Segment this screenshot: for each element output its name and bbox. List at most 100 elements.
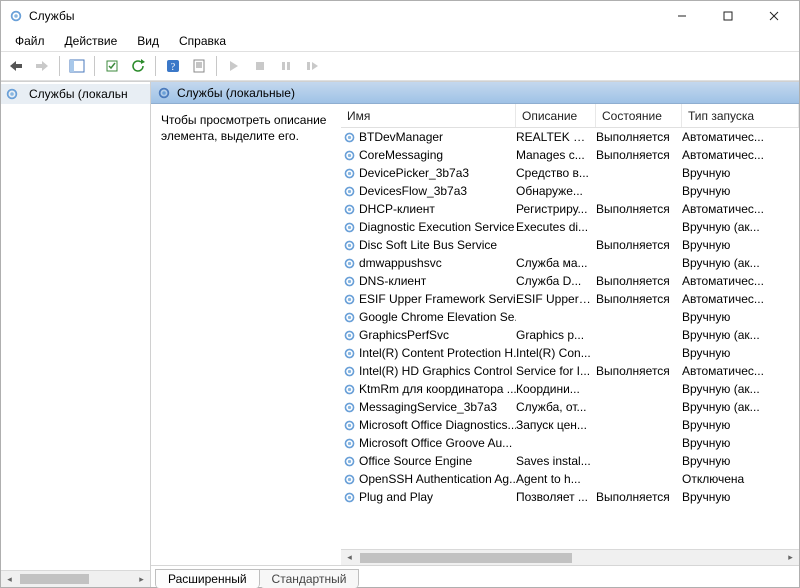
service-name: Google Chrome Elevation Se... [359, 310, 516, 324]
service-startup: Вручную [682, 238, 799, 252]
service-icon [343, 455, 356, 468]
service-state: Выполняется [596, 274, 682, 288]
service-startup: Вручную [682, 418, 799, 432]
menu-action[interactable]: Действие [55, 32, 128, 50]
col-startup[interactable]: Тип запуска [682, 104, 799, 127]
service-startup: Вручную [682, 490, 799, 504]
scroll-right-button[interactable]: ▸ [133, 572, 150, 587]
service-row[interactable]: Intel(R) HD Graphics Control ...Service … [341, 362, 799, 380]
service-row[interactable]: MessagingService_3b7a3Служба, от...Вручн… [341, 398, 799, 416]
service-startup: Вручную (ак... [682, 256, 799, 270]
service-row[interactable]: Microsoft Office Groove Au...Вручную [341, 434, 799, 452]
service-description: Service for I... [516, 364, 596, 378]
service-state: Выполняется [596, 490, 682, 504]
menu-view[interactable]: Вид [127, 32, 169, 50]
service-icon [343, 257, 356, 270]
pane-header: Службы (локальные) [151, 82, 799, 104]
service-description: REALTEK BI... [516, 130, 596, 144]
service-rows: BTDevManagerREALTEK BI...ВыполняетсяАвто… [341, 128, 799, 549]
service-description: Средство в... [516, 166, 596, 180]
service-row[interactable]: GraphicsPerfSvcGraphics p...Вручную (ак.… [341, 326, 799, 344]
column-headers: Имя Описание Состояние Тип запуска [341, 104, 799, 128]
scroll-right-button[interactable]: ▸ [782, 550, 799, 565]
scroll-left-button[interactable]: ◂ [1, 572, 18, 587]
service-startup: Вручную [682, 436, 799, 450]
service-name: ESIF Upper Framework Service [359, 292, 516, 306]
service-startup: Вручную (ак... [682, 382, 799, 396]
list-scrollbar-horizontal[interactable]: ◂ ▸ [341, 549, 799, 565]
service-row[interactable]: Google Chrome Elevation Se... Вручную [341, 308, 799, 326]
service-name: Diagnostic Execution Service [359, 220, 514, 234]
menu-file[interactable]: Файл [5, 32, 55, 50]
help-button[interactable]: ? [161, 54, 185, 78]
view-tabs: Расширенный Стандартный [151, 565, 799, 587]
service-description: ESIF Upper ... [516, 292, 596, 306]
tree-scrollbar-horizontal[interactable]: ◂ ▸ [1, 570, 150, 587]
service-name: Office Source Engine [359, 454, 472, 468]
service-row[interactable]: dmwappushsvcСлужба ма...Вручную (ак... [341, 254, 799, 272]
services-icon [5, 87, 19, 101]
start-service-button[interactable] [222, 54, 246, 78]
service-row[interactable]: KtmRm для координатора ...Координи...Вру… [341, 380, 799, 398]
service-row[interactable]: OpenSSH Authentication Ag...Agent to h..… [341, 470, 799, 488]
pause-service-button[interactable] [274, 54, 298, 78]
minimize-button[interactable] [659, 1, 705, 31]
service-icon [343, 491, 356, 504]
service-row[interactable]: Diagnostic Execution ServiceExecutes di.… [341, 218, 799, 236]
service-icon [343, 419, 356, 432]
forward-button[interactable] [30, 54, 54, 78]
service-state: Выполняется [596, 148, 682, 162]
service-description: Agent to h... [516, 472, 596, 486]
restart-service-button[interactable] [300, 54, 324, 78]
scroll-thumb[interactable] [20, 574, 89, 584]
service-description: Обнаруже... [516, 184, 596, 198]
service-row[interactable]: Intel(R) Content Protection H...Intel(R)… [341, 344, 799, 362]
back-button[interactable] [4, 54, 28, 78]
service-icon [343, 149, 356, 162]
service-icon [343, 185, 356, 198]
service-icon [343, 311, 356, 324]
show-hide-tree-button[interactable] [65, 54, 89, 78]
service-startup: Вручную (ак... [682, 328, 799, 342]
service-row[interactable]: DevicePicker_3b7a3Средство в...Вручную [341, 164, 799, 182]
scroll-left-button[interactable]: ◂ [341, 550, 358, 565]
service-row[interactable]: DHCP-клиентРегистриру...ВыполняетсяАвтом… [341, 200, 799, 218]
menu-help[interactable]: Справка [169, 32, 236, 50]
service-row[interactable]: ESIF Upper Framework ServiceESIF Upper .… [341, 290, 799, 308]
stop-service-button[interactable] [248, 54, 272, 78]
maximize-button[interactable] [705, 1, 751, 31]
service-startup: Вручную [682, 310, 799, 324]
scroll-thumb[interactable] [360, 553, 572, 563]
service-row[interactable]: Microsoft Office Diagnostics...Запуск це… [341, 416, 799, 434]
service-icon [343, 401, 356, 414]
service-row[interactable]: Disc Soft Lite Bus ServiceВыполняетсяВру… [341, 236, 799, 254]
service-state: Выполняется [596, 202, 682, 216]
service-row[interactable]: Plug and PlayПозволяет ...ВыполняетсяВру… [341, 488, 799, 506]
service-startup: Автоматичес... [682, 274, 799, 288]
export-list-button[interactable] [100, 54, 124, 78]
tab-standard[interactable]: Стандартный [260, 569, 360, 588]
service-row[interactable]: DevicesFlow_3b7a3Обнаруже...Вручную [341, 182, 799, 200]
service-name: Intel(R) HD Graphics Control ... [359, 364, 516, 378]
service-name: GraphicsPerfSvc [359, 328, 449, 342]
properties-button[interactable] [187, 54, 211, 78]
service-description: Регистриру... [516, 202, 596, 216]
service-row[interactable]: CoreMessagingManages c...ВыполняетсяАвто… [341, 146, 799, 164]
service-description: Saves instal... [516, 454, 596, 468]
tab-extended[interactable]: Расширенный [155, 569, 260, 588]
service-description: Запуск цен... [516, 418, 596, 432]
refresh-button[interactable] [126, 54, 150, 78]
service-name: DNS-клиент [359, 274, 426, 288]
col-state[interactable]: Состояние [596, 104, 682, 127]
service-row[interactable]: Office Source EngineSaves instal...Вручн… [341, 452, 799, 470]
tree-item-services-local[interactable]: Службы (локальн [1, 84, 150, 104]
pane-header-label: Службы (локальные) [177, 86, 295, 100]
service-row[interactable]: DNS-клиентСлужба D...ВыполняетсяАвтомати… [341, 272, 799, 290]
col-description[interactable]: Описание [516, 104, 596, 127]
service-row[interactable]: BTDevManagerREALTEK BI...ВыполняетсяАвто… [341, 128, 799, 146]
service-startup: Автоматичес... [682, 292, 799, 306]
toolbar: ? [1, 52, 799, 80]
close-button[interactable] [751, 1, 797, 31]
col-name[interactable]: Имя [341, 104, 516, 127]
service-startup: Вручную (ак... [682, 220, 799, 234]
